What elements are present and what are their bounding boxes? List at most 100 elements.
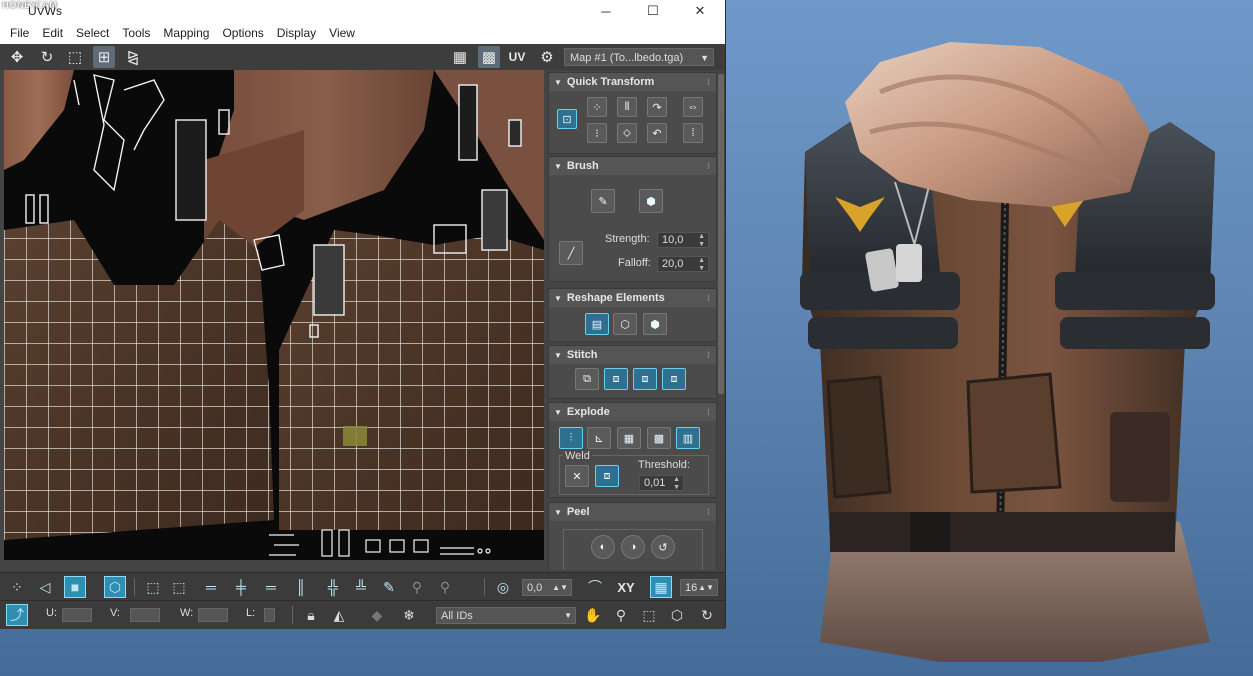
freeform-icon[interactable]: ⊞ xyxy=(93,46,115,68)
grid-snap-icon[interactable]: ▦ xyxy=(650,576,672,598)
options-icon[interactable]: ↻ xyxy=(696,604,718,626)
flatten-by-material-icon[interactable]: ▥ xyxy=(676,427,700,449)
paint-grow-icon[interactable]: ⚲ xyxy=(406,576,428,598)
menu-mapping[interactable]: Mapping xyxy=(163,26,209,40)
uv-space-button[interactable]: UV xyxy=(506,46,528,68)
quick-peel-icon[interactable]: ◐ xyxy=(591,535,615,559)
l-checkbox[interactable] xyxy=(264,608,275,622)
ring-grow-icon[interactable]: ╬ xyxy=(322,576,344,598)
grow-selection-icon[interactable]: ⬚ xyxy=(142,576,164,598)
straighten-selection-icon[interactable]: ▤ xyxy=(585,313,609,335)
hide-icon[interactable]: ◭ xyxy=(328,604,350,626)
rollout-title: Quick Transform xyxy=(566,76,655,88)
menu-file[interactable]: File xyxy=(10,26,29,40)
loop-grow-icon[interactable]: ╪ xyxy=(230,576,252,598)
weld-selected-icon[interactable]: ✕ xyxy=(565,465,589,487)
map-select[interactable]: Map #1 (To...lbedo.tga) ▼ xyxy=(564,48,714,66)
element-mode-icon[interactable]: ⬡ xyxy=(104,576,126,598)
vertex-mode-icon[interactable]: ⁘ xyxy=(6,576,28,598)
ring-icon[interactable]: ║ xyxy=(290,576,312,598)
detach-edge-icon[interactable]: ⊾ xyxy=(587,427,611,449)
stitch-custom-icon[interactable]: ⧉ xyxy=(575,368,599,390)
move-icon[interactable]: ✥ xyxy=(6,46,28,68)
maximize-button[interactable]: ☐ xyxy=(630,0,676,22)
menu-select[interactable]: Select xyxy=(76,26,109,40)
flip-icon[interactable]: ⇔ xyxy=(683,97,703,117)
scale-icon[interactable]: ⬚ xyxy=(64,46,86,68)
show-map-icon[interactable]: ▩ xyxy=(478,46,500,68)
peel-mode-icon[interactable]: ◑ xyxy=(621,535,645,559)
edge-mode-icon[interactable]: ◁ xyxy=(34,576,56,598)
menu-view[interactable]: View xyxy=(329,26,355,40)
stitch-to-target-icon[interactable]: ⧈ xyxy=(604,368,628,390)
menu-display[interactable]: Display xyxy=(277,26,316,40)
falloff-curve-icon[interactable]: ⌒ xyxy=(584,576,606,598)
rollout-header[interactable]: ▼ Stitch ⁞ xyxy=(549,346,716,364)
polygon-mode-icon[interactable]: ■ xyxy=(64,576,86,598)
rollout-header[interactable]: ▼ Peel ⁞ xyxy=(549,503,716,521)
u-field[interactable] xyxy=(62,608,92,622)
w-field[interactable] xyxy=(198,608,228,622)
flatten-by-polygon-icon[interactable]: ▦ xyxy=(617,427,641,449)
zoom-icon[interactable]: ⚲ xyxy=(610,604,632,626)
paint-move-icon[interactable]: ✎ xyxy=(591,189,615,213)
rotate-cw-icon[interactable]: ↷ xyxy=(647,97,667,117)
space-vertical-icon[interactable]: ⁞ xyxy=(683,123,703,143)
loop-icon[interactable]: ═ xyxy=(200,576,222,598)
brush-falloff-icon[interactable]: ╱ xyxy=(559,241,583,265)
stitch-average-icon[interactable]: ⧈ xyxy=(633,368,657,390)
menu-options[interactable]: Options xyxy=(222,26,263,40)
freeze-icon[interactable]: ❄ xyxy=(398,604,420,626)
rollout-header[interactable]: ▼ Reshape Elements ⁞ xyxy=(549,289,716,307)
show-icon[interactable]: ◆ xyxy=(366,604,388,626)
rollout-header[interactable]: ▼ Brush ⁞ xyxy=(549,157,716,175)
lock-icon[interactable]: 🔒︎ xyxy=(300,604,322,626)
menu-edit[interactable]: Edit xyxy=(42,26,63,40)
threshold-spinner[interactable]: 0,01 ▲ ▼ xyxy=(639,475,684,491)
stitch-to-source-icon[interactable]: ⧈ xyxy=(662,368,686,390)
paint-select-icon[interactable]: ✎ xyxy=(378,576,400,598)
zoom-region-icon[interactable]: ⬚ xyxy=(638,604,660,626)
target-weld-icon[interactable]: ⧈ xyxy=(595,465,619,487)
align-vertical-icon[interactable]: ⫴ xyxy=(617,97,637,117)
straighten-icon[interactable]: ⬦ xyxy=(617,123,637,143)
space-horizontal-icon[interactable]: ⁝ xyxy=(587,123,607,143)
ids-select[interactable]: All IDs ▼ xyxy=(436,607,576,624)
rotate-ccw-icon[interactable]: ↶ xyxy=(647,123,667,143)
rollout-header[interactable]: ▼ Explode ⁞ xyxy=(549,403,716,421)
xy-space-button[interactable]: XY xyxy=(612,576,640,598)
rollout-header[interactable]: ▼ Quick Transform ⁞ xyxy=(549,73,716,91)
zoom-extents-icon[interactable]: ⬡ xyxy=(666,604,688,626)
break-icon[interactable]: ⫶ xyxy=(559,427,583,449)
loop-shrink-icon[interactable]: ═ xyxy=(260,576,282,598)
minimize-button[interactable]: ─ xyxy=(583,0,629,22)
settings-icon[interactable]: ⚙ xyxy=(536,46,558,68)
relax-icon[interactable]: ⬡ xyxy=(613,313,637,335)
ring-shrink-icon[interactable]: ╩ xyxy=(350,576,372,598)
uv-viewport[interactable] xyxy=(4,70,544,560)
rotate-icon[interactable]: ↻ xyxy=(36,46,58,68)
paint-shrink-icon[interactable]: ⚲ xyxy=(434,576,456,598)
pan-icon[interactable]: ✋ xyxy=(582,604,604,626)
panel-scrollbar[interactable] xyxy=(718,74,724,394)
angle-spinner[interactable]: 0,0 ▲▼ xyxy=(522,579,572,596)
rollout-title: Stitch xyxy=(566,349,598,361)
menu-tools[interactable]: Tools xyxy=(122,26,150,40)
relax-until-flat-icon[interactable]: ⬢ xyxy=(643,313,667,335)
checker-icon[interactable]: ▦ xyxy=(449,46,471,68)
close-button[interactable]: ✕ xyxy=(677,0,723,22)
flatten-by-smoothing-icon[interactable]: ▩ xyxy=(647,427,671,449)
align-center-icon[interactable]: ⊡ xyxy=(557,109,577,129)
grid-size-spinner[interactable]: 16 ▲▼ xyxy=(680,579,718,596)
absolute-mode-icon[interactable]: ⤴ xyxy=(6,604,28,626)
relax-brush-icon[interactable]: ⬢ xyxy=(639,189,663,213)
v-field[interactable] xyxy=(130,608,160,622)
mirror-icon[interactable]: ⧎ xyxy=(122,46,144,68)
shrink-selection-icon[interactable]: ⬚ xyxy=(168,576,190,598)
falloff-spinner[interactable]: 20,0 ▲ ▼ xyxy=(657,256,709,272)
soft-select-icon[interactable]: ◎ xyxy=(492,576,514,598)
reset-peel-icon[interactable]: ↺ xyxy=(651,535,675,559)
align-horizontal-icon[interactable]: ⁘ xyxy=(587,97,607,117)
strength-spinner[interactable]: 10,0 ▲ ▼ xyxy=(657,232,709,248)
title-bar[interactable]: UVWs ─ ☐ ✕ xyxy=(0,0,725,22)
